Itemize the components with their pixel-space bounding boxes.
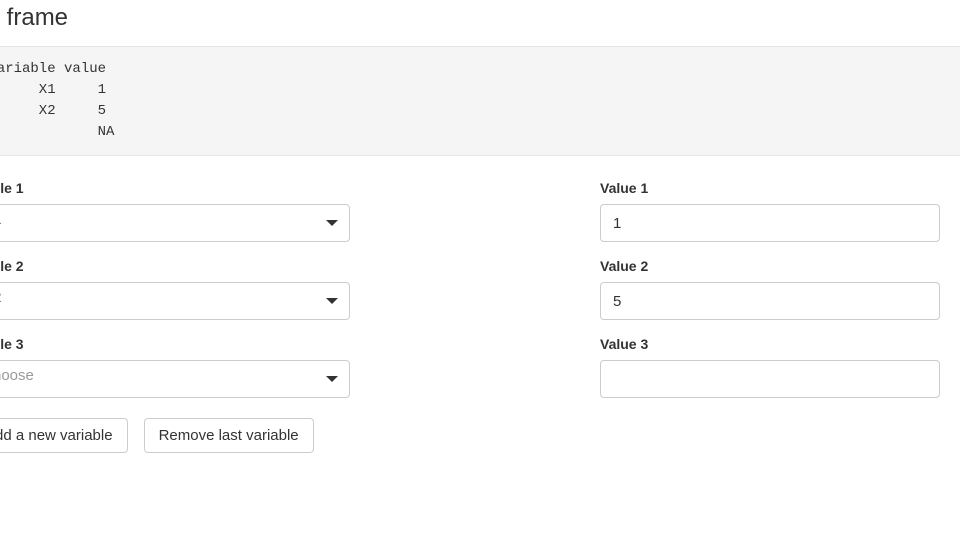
- value-3-group: Value 3: [600, 336, 960, 398]
- remove-last-variable-button[interactable]: Remove last variable: [144, 418, 314, 453]
- page-title: ta frame: [0, 0, 960, 32]
- value-1-input[interactable]: [600, 204, 940, 242]
- variable-1-value[interactable]: 1: [0, 204, 350, 242]
- value-3-label: Value 3: [600, 336, 960, 352]
- variable-3-value[interactable]: hoose: [0, 360, 350, 398]
- variable-2-value[interactable]: 2: [0, 282, 350, 320]
- data-frame-preview: variable value X1 1 X2 5 NA: [0, 46, 960, 156]
- value-3-input[interactable]: [600, 360, 940, 398]
- variable-3-label: iable 3: [0, 336, 350, 352]
- variable-1-group: iable 1 1: [0, 180, 350, 242]
- variable-1-label: iable 1: [0, 180, 350, 196]
- value-1-group: Value 1: [600, 180, 960, 242]
- value-2-group: Value 2: [600, 258, 960, 320]
- value-2-input[interactable]: [600, 282, 940, 320]
- variable-1-select[interactable]: 1: [0, 204, 350, 242]
- variable-2-group: iable 2 2: [0, 258, 350, 320]
- variable-2-label: iable 2: [0, 258, 350, 274]
- add-variable-button[interactable]: dd a new variable: [0, 418, 128, 453]
- value-1-label: Value 1: [600, 180, 960, 196]
- variable-2-select[interactable]: 2: [0, 282, 350, 320]
- variable-3-select[interactable]: hoose: [0, 360, 350, 398]
- variable-3-group: iable 3 hoose: [0, 336, 350, 398]
- value-2-label: Value 2: [600, 258, 960, 274]
